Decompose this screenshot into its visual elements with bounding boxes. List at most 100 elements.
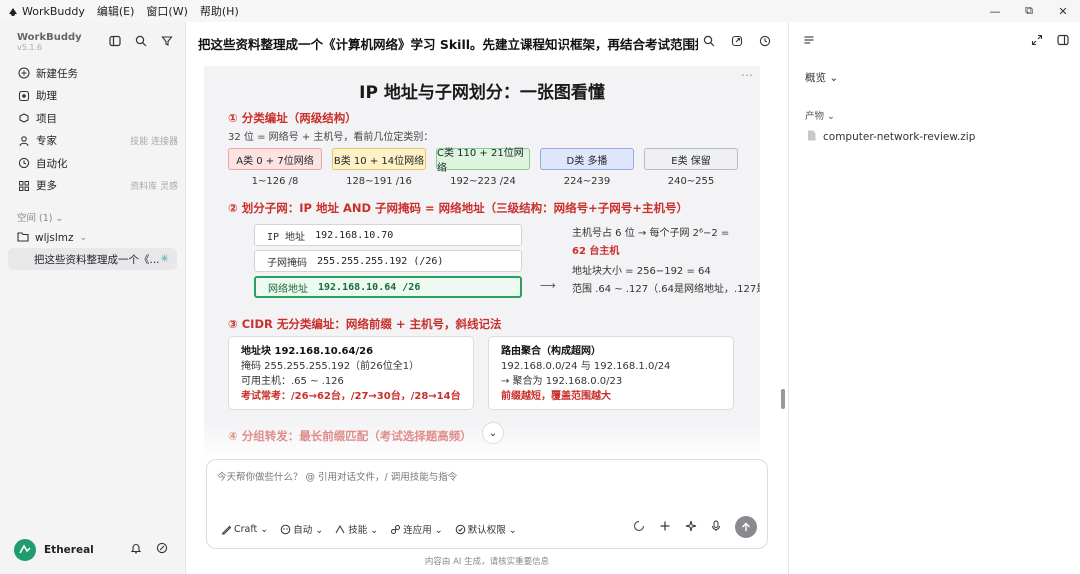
menu-edit[interactable]: 编辑(E) [97, 3, 135, 19]
card-line: → 聚合为 192.168.0.0/23 [501, 376, 623, 387]
settings-icon[interactable] [156, 542, 168, 557]
search-icon[interactable] [702, 34, 716, 48]
artifact-file-name: computer-network-review.zip [823, 131, 976, 143]
add-icon[interactable] [659, 520, 671, 535]
chat-input-box[interactable]: 今天帮你做些什么？ @ 引用对话文件，/ 调用技能与指令 Craft ⌄ 自动 … [206, 459, 768, 549]
app-logo-icon [8, 6, 18, 16]
sidebar-item-label: 项目 [36, 112, 57, 125]
section-2-heading: ② 划分子网：IP 地址 AND 子网掩码 = 网络地址（三级结构：网络号+子网… [228, 201, 688, 215]
filter-icon[interactable] [160, 34, 174, 48]
permission-button[interactable]: 默认权限 ⌄ [455, 522, 517, 536]
artifacts-section[interactable]: 产物 ⌄ [805, 108, 835, 122]
chat-history-item[interactable]: 把这些资料整理成一个《... ✳ [8, 248, 177, 270]
cidr-block-card: 地址块 192.168.10.64/26 掩码 255.255.255.192（… [228, 336, 474, 410]
route-aggregation-card: 路由聚合（构成超网） 192.168.0.0/24 与 192.168.1.0/… [488, 336, 734, 410]
user-name: Ethereal [44, 544, 94, 556]
range-note: 范围 .64 ~ .127（.64是网络地址，.127是 [572, 284, 760, 295]
sidebar-item-meta: 资料库 灵感 [130, 182, 178, 193]
robot-icon [280, 524, 291, 535]
menu-help[interactable]: 帮助(H) [200, 3, 239, 19]
expert-icon [17, 135, 31, 147]
magic-icon[interactable] [685, 520, 697, 535]
expand-icon[interactable] [1031, 34, 1043, 49]
sidebar-item-assistant[interactable]: 助理 [12, 85, 178, 108]
class-e-range: 240~255 [667, 176, 715, 187]
plus-circle-icon [17, 67, 31, 79]
sidebar-item-expert[interactable]: 专家 技能 连接器 [12, 130, 178, 153]
craft-mode-button[interactable]: Craft ⌄ [221, 524, 268, 535]
ip-address-row: IP 地址 192.168.10.70 [254, 224, 522, 246]
section-1-note: 32 位 = 网络号 + 主机号，看前几位定类别： [228, 132, 434, 143]
link-icon [390, 524, 401, 535]
pen-icon [221, 524, 232, 535]
menu-window[interactable]: 窗口(W) [146, 3, 187, 19]
file-icon [807, 130, 816, 144]
scrollbar-thumb[interactable] [781, 389, 785, 409]
arrow-up-icon [742, 522, 750, 531]
card-title: 路由聚合（构成超网） [501, 346, 601, 357]
brand: WorkBuddy v5.1.6 [17, 32, 82, 52]
overview-section[interactable]: 概览 ⌄ [805, 70, 838, 85]
card-line: 掩码 255.255.255.192（前26位全1） [241, 361, 420, 372]
artifact-file[interactable]: computer-network-review.zip [807, 130, 975, 144]
craft-mode-label: Craft ⌄ [234, 523, 269, 535]
main-area: 把这些资料整理成一个《计算机网络》学习 Skill。先建立课程知识框架，再结合考… [186, 22, 788, 574]
sidebar-item-label: 自动化 [36, 157, 68, 170]
brand-version: v5.1.6 [17, 43, 43, 52]
chat-input-placeholder[interactable]: 今天帮你做些什么？ @ 引用对话文件，/ 调用技能与指令 [217, 469, 457, 483]
sidebar-toggle-icon[interactable] [1057, 34, 1069, 49]
list-icon[interactable] [803, 34, 815, 49]
search-icon[interactable] [134, 34, 148, 48]
workspace-item[interactable]: wljslmz ⌄ [17, 231, 87, 245]
class-b-range: 128~191 /16 [346, 176, 412, 187]
host-bits-note: 主机号占 6 位 → 每个子网 2⁶−2 = [572, 228, 730, 239]
skill-icon [335, 524, 346, 535]
sidebar-item-automation[interactable]: 自动化 [12, 152, 178, 175]
microphone-icon[interactable] [711, 520, 721, 535]
sidebar-item-project[interactable]: 项目 [12, 107, 178, 130]
grid-icon [17, 180, 31, 192]
app-name: WorkBuddy [22, 4, 85, 18]
permission-label: 默认权限 ⌄ [467, 525, 517, 536]
history-icon[interactable] [758, 34, 772, 48]
minimize-button[interactable]: — [978, 0, 1012, 22]
share-icon[interactable] [730, 34, 744, 48]
card-title: 地址块 192.168.10.64/26 [241, 346, 374, 357]
class-a-range: 1~126 /8 [251, 176, 299, 187]
ip-row-value: 255.255.255.192 (/26) [317, 255, 444, 267]
section-4-heading: ④ 分组转发：最长前缀匹配（考试选择题高频） [228, 429, 472, 443]
skills-button[interactable]: 技能 ⌄ [335, 522, 378, 536]
connect-app-label: 连应用 ⌄ [403, 525, 443, 536]
sidebar-item-label: 更多 [36, 180, 57, 193]
doc-title: IP 地址与子网划分：一张图看懂 [359, 83, 605, 103]
sparkle-icon: ✳ [160, 253, 169, 265]
sidebar-item-meta: 技能 连接器 [130, 137, 178, 148]
sidebar-item-more[interactable]: 更多 资料库 灵感 [12, 175, 178, 198]
user-profile[interactable]: Ethereal [14, 539, 94, 561]
chevron-down-icon[interactable]: ⌄ [482, 422, 504, 444]
folder-icon [17, 231, 29, 245]
sidebar-item-label: 新建任务 [36, 67, 78, 80]
panel-toggle-icon[interactable] [108, 34, 122, 48]
card-line: 192.168.0.0/24 与 192.168.1.0/24 [501, 361, 671, 372]
card-line: 可用主机：.65 ~ .126 [241, 376, 344, 387]
conversation-title: 把这些资料整理成一个《计算机网络》学习 Skill。先建立课程知识框架，再结合考… [198, 37, 698, 52]
class-c-box: C类 110 + 21位网络 [436, 148, 530, 174]
sidebar-item-new-task[interactable]: 新建任务 [12, 62, 178, 85]
auto-mode-button[interactable]: 自动 ⌄ [280, 522, 323, 536]
connect-app-button[interactable]: 连应用 ⌄ [390, 522, 443, 536]
artifacts-panel: 概览 ⌄ 产物 ⌄ computer-network-review.zip [788, 22, 1080, 574]
network-address-row: 网络地址 192.168.10.64 /26 [254, 276, 522, 298]
close-button[interactable]: ✕ [1046, 0, 1080, 22]
send-button[interactable] [735, 516, 757, 538]
bell-icon[interactable] [130, 542, 142, 557]
class-c-range: 192~223 /24 [450, 176, 516, 187]
ip-row-value: 192.168.10.64 /26 [318, 281, 421, 293]
assistant-icon [17, 90, 31, 102]
host-count-note: 62 台主机 [572, 246, 620, 257]
space-section-label[interactable]: 空间 (1) ⌄ [17, 210, 63, 224]
class-d-box: D类 多播 [540, 148, 634, 170]
restore-button[interactable]: ⧉ [1012, 0, 1046, 22]
class-a-box: A类 0 + 7位网络 [228, 148, 322, 170]
section-1-heading: ① 分类编址（两级结构） [228, 111, 357, 125]
